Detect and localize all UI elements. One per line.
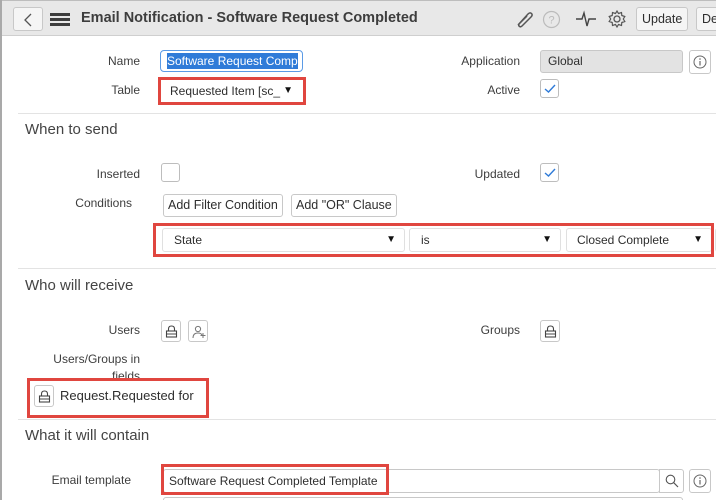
search-icon — [665, 474, 679, 488]
page-title: Email Notification - Software Request Co… — [81, 10, 418, 26]
add-user-icon — [192, 325, 206, 339]
info-icon — [693, 55, 707, 69]
add-user-button[interactable] — [188, 320, 208, 342]
active-label: Active — [487, 83, 520, 97]
groups-label: Groups — [480, 323, 520, 337]
hamburger-menu-icon[interactable] — [50, 13, 70, 27]
section-title-what-it-will-contain: What it will contain — [25, 427, 150, 444]
section-divider — [18, 419, 716, 420]
highlight-box-template — [161, 464, 389, 495]
lock-icon — [165, 325, 178, 338]
checkmark-icon — [544, 168, 556, 177]
section-divider — [18, 268, 716, 269]
table-label: Table — [111, 83, 140, 97]
form-frame: Email Notification - Software Request Co… — [0, 0, 716, 500]
highlight-box-recipients — [27, 378, 209, 418]
checkmark-icon — [544, 84, 556, 93]
name-input-value: Software Request Comp — [167, 53, 298, 69]
application-info-button[interactable] — [689, 50, 711, 74]
delete-button[interactable]: Del — [696, 7, 716, 31]
info-icon — [693, 474, 707, 488]
highlight-box-table — [158, 77, 306, 105]
inserted-label: Inserted — [96, 167, 140, 181]
email-template-info-button[interactable] — [689, 469, 711, 493]
lock-icon — [544, 325, 557, 338]
back-icon — [24, 13, 32, 27]
groups-lock-button[interactable] — [540, 320, 560, 342]
application-field: Global — [540, 50, 683, 73]
updated-label: Updated — [474, 167, 520, 181]
form-header: Email Notification - Software Request Co… — [2, 0, 716, 36]
back-button[interactable] — [13, 7, 43, 31]
gear-icon[interactable] — [607, 9, 627, 29]
section-title-who-will-receive: Who will receive — [25, 277, 134, 294]
add-or-clause-button[interactable]: Add "OR" Clause — [291, 194, 397, 217]
section-divider — [18, 113, 716, 114]
email-template-search-button[interactable] — [659, 469, 684, 493]
inserted-checkbox[interactable] — [161, 163, 180, 182]
users-lock-button[interactable] — [161, 320, 181, 342]
help-icon[interactable]: ? — [542, 10, 561, 29]
application-label: Application — [461, 54, 520, 68]
conditions-label: Conditions — [75, 196, 132, 210]
email-template-label: Email template — [51, 473, 131, 487]
svg-text:?: ? — [548, 15, 554, 27]
users-groups-label-line1: Users/Groups in — [53, 352, 140, 366]
add-filter-condition-button[interactable]: Add Filter Condition — [163, 194, 283, 217]
section-title-when-to-send: When to send — [25, 121, 118, 138]
active-checkbox[interactable] — [540, 79, 559, 98]
users-label: Users — [108, 323, 140, 337]
activity-pulse-icon[interactable] — [575, 10, 597, 28]
paperclip-icon[interactable] — [514, 10, 534, 28]
name-input[interactable]: Software Request Comp — [160, 50, 303, 72]
name-label: Name — [107, 54, 140, 68]
highlight-box-condition — [153, 223, 714, 257]
update-button[interactable]: Update — [636, 7, 689, 31]
application-value: Global — [548, 54, 583, 68]
updated-checkbox[interactable] — [540, 163, 559, 182]
